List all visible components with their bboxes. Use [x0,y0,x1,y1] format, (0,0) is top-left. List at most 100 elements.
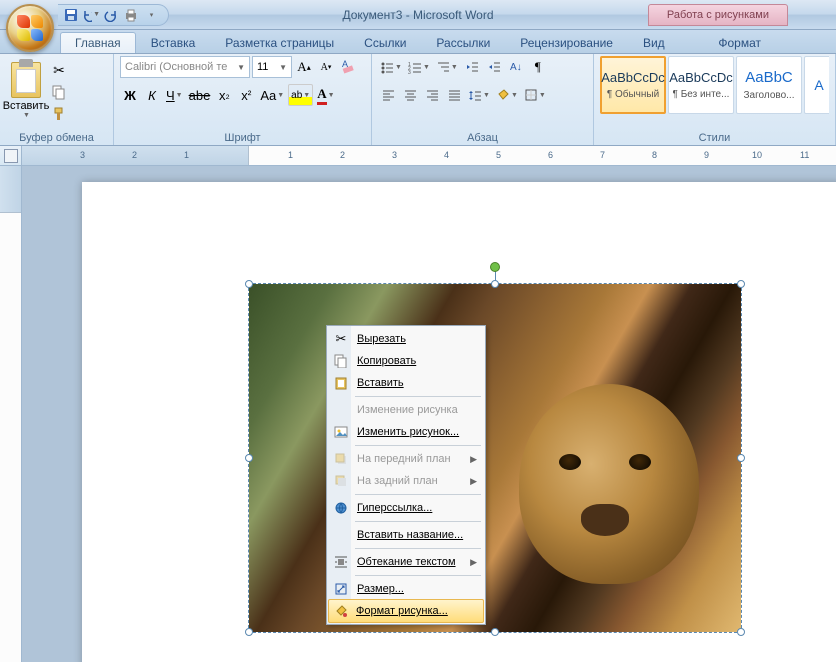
ruler-vertical[interactable] [0,166,22,662]
qat-customize-button[interactable]: ▾ [142,6,160,24]
ctx-label: Гиперссылка... [357,502,432,514]
ctx-copy[interactable]: Копировать [329,350,483,372]
borders-button[interactable]: ▼ [522,84,548,106]
undo-icon [82,8,92,22]
size-icon [332,580,350,598]
tab-home[interactable]: Главная [60,32,136,53]
format-painter-button[interactable] [48,104,70,124]
resize-handle-mid-left[interactable] [245,454,253,462]
underline-button[interactable]: Ч▼ [164,84,185,106]
resize-handle-top-mid[interactable] [491,280,499,288]
bullets-button[interactable]: ▼ [378,56,404,78]
ruler-tick: 7 [600,150,605,160]
inserted-picture[interactable] [249,284,741,632]
chevron-down-icon: ▼ [423,64,430,71]
resize-handle-top-right[interactable] [737,280,745,288]
ctx-text-wrapping[interactable]: Обтекание текстом ▶ [329,551,483,573]
redo-button[interactable] [102,6,120,24]
picture-icon [332,423,350,441]
bring-front-icon [332,450,350,468]
bold-button[interactable]: Ж [120,84,140,106]
save-button[interactable] [62,6,80,24]
font-color-button[interactable]: A▼ [315,84,336,106]
ctx-format-picture[interactable]: Формат рисунка... [328,599,484,623]
decrease-indent-button[interactable] [462,56,482,78]
align-center-button[interactable] [400,84,420,106]
format-picture-icon [332,602,350,620]
paste-icon [332,374,350,392]
clear-formatting-button[interactable]: A [338,56,358,78]
office-button[interactable] [6,4,54,52]
style-no-spacing[interactable]: AaBbCcDc ¶ Без инте... [668,56,734,114]
shading-button[interactable]: ▼ [494,84,520,106]
ruler-horizontal[interactable]: 3 2 1 1 2 3 4 5 6 7 8 9 10 11 [0,146,836,166]
ribbon-tabbar: Главная Вставка Разметка страницы Ссылки… [0,30,836,54]
font-name-combo[interactable]: Calibri (Основной те▼ [120,56,250,78]
style-preview: AaBbCcDc [669,70,733,85]
outdent-icon [465,60,479,74]
numbering-button[interactable]: 123▼ [406,56,432,78]
scissors-icon: ✂ [332,330,350,348]
multilevel-list-button[interactable]: ▼ [434,56,460,78]
resize-handle-mid-right[interactable] [737,454,745,462]
undo-button[interactable]: ▼ [82,6,100,24]
multilevel-icon [436,60,450,74]
group-title-paragraph: Абзац [378,131,587,145]
strikethrough-button[interactable]: abe [187,84,213,106]
style-normal[interactable]: AaBbCcDc ¶ Обычный [600,56,666,114]
tab-page-layout[interactable]: Разметка страницы [210,32,349,53]
sort-button[interactable]: A↓ [506,56,526,78]
tab-insert[interactable]: Вставка [136,32,211,53]
paste-button[interactable]: Вставить ▼ [6,56,46,124]
ctx-cut[interactable]: ✂ Вырезать [329,328,483,350]
line-spacing-button[interactable]: ▼ [466,84,492,106]
selected-image-container[interactable] [249,284,741,632]
ctx-change-picture[interactable]: Изменить рисунок... [329,421,483,443]
shrink-font-button[interactable]: A▾ [316,56,336,78]
print-button[interactable] [122,6,140,24]
subscript-button[interactable]: x₂ [214,84,234,106]
tab-review[interactable]: Рецензирование [505,32,628,53]
ctx-hyperlink[interactable]: Гиперссылка... [329,497,483,519]
style-heading1[interactable]: AaBbC Заголово... [736,56,802,114]
ctx-size[interactable]: Размер... [329,578,483,600]
align-right-button[interactable] [422,84,442,106]
font-size-combo[interactable]: 11▼ [252,56,292,78]
justify-button[interactable] [444,84,464,106]
show-marks-button[interactable]: ¶ [528,56,548,78]
superscript-button[interactable]: x² [236,84,256,106]
submenu-arrow-icon: ▶ [470,557,477,568]
resize-handle-bottom-right[interactable] [737,628,745,636]
ctx-label: Вырезать [357,333,406,345]
ribbon: Вставить ▼ ✂ Буфер обмена Calibri (Основ… [0,54,836,146]
resize-handle-top-left[interactable] [245,280,253,288]
globe-icon [332,499,350,517]
copy-button[interactable] [48,82,70,102]
paste-label: Вставить [3,100,50,112]
resize-handle-bottom-mid[interactable] [491,628,499,636]
tab-format[interactable]: Формат [703,32,776,53]
cut-button[interactable]: ✂ [48,60,70,80]
ctx-edit-picture: Изменение рисунка [329,399,483,421]
group-title-styles: Стили [600,131,829,145]
ctx-paste[interactable]: Вставить [329,372,483,394]
grow-font-button[interactable]: A▴ [294,56,314,78]
ribbon-group-clipboard: Вставить ▼ ✂ Буфер обмена [0,54,114,145]
change-case-button[interactable]: Aa▼ [258,84,286,106]
ctx-insert-caption[interactable]: Вставить название... [329,524,483,546]
tab-mailings[interactable]: Рассылки [421,32,505,53]
scissors-icon: ✂ [53,62,65,79]
ctx-label: На задний план [357,475,438,487]
tab-selector[interactable] [0,146,22,166]
tab-references[interactable]: Ссылки [349,32,421,53]
style-heading2[interactable]: A [804,56,829,114]
rotation-handle[interactable] [490,262,500,272]
align-left-button[interactable] [378,84,398,106]
style-preview: AaBbCcDc [601,70,665,85]
align-left-icon [381,88,395,102]
italic-button[interactable]: К [142,84,162,106]
increase-indent-button[interactable] [484,56,504,78]
tab-view[interactable]: Вид [628,32,680,53]
resize-handle-bottom-left[interactable] [245,628,253,636]
highlight-button[interactable]: ab▼ [288,84,313,106]
